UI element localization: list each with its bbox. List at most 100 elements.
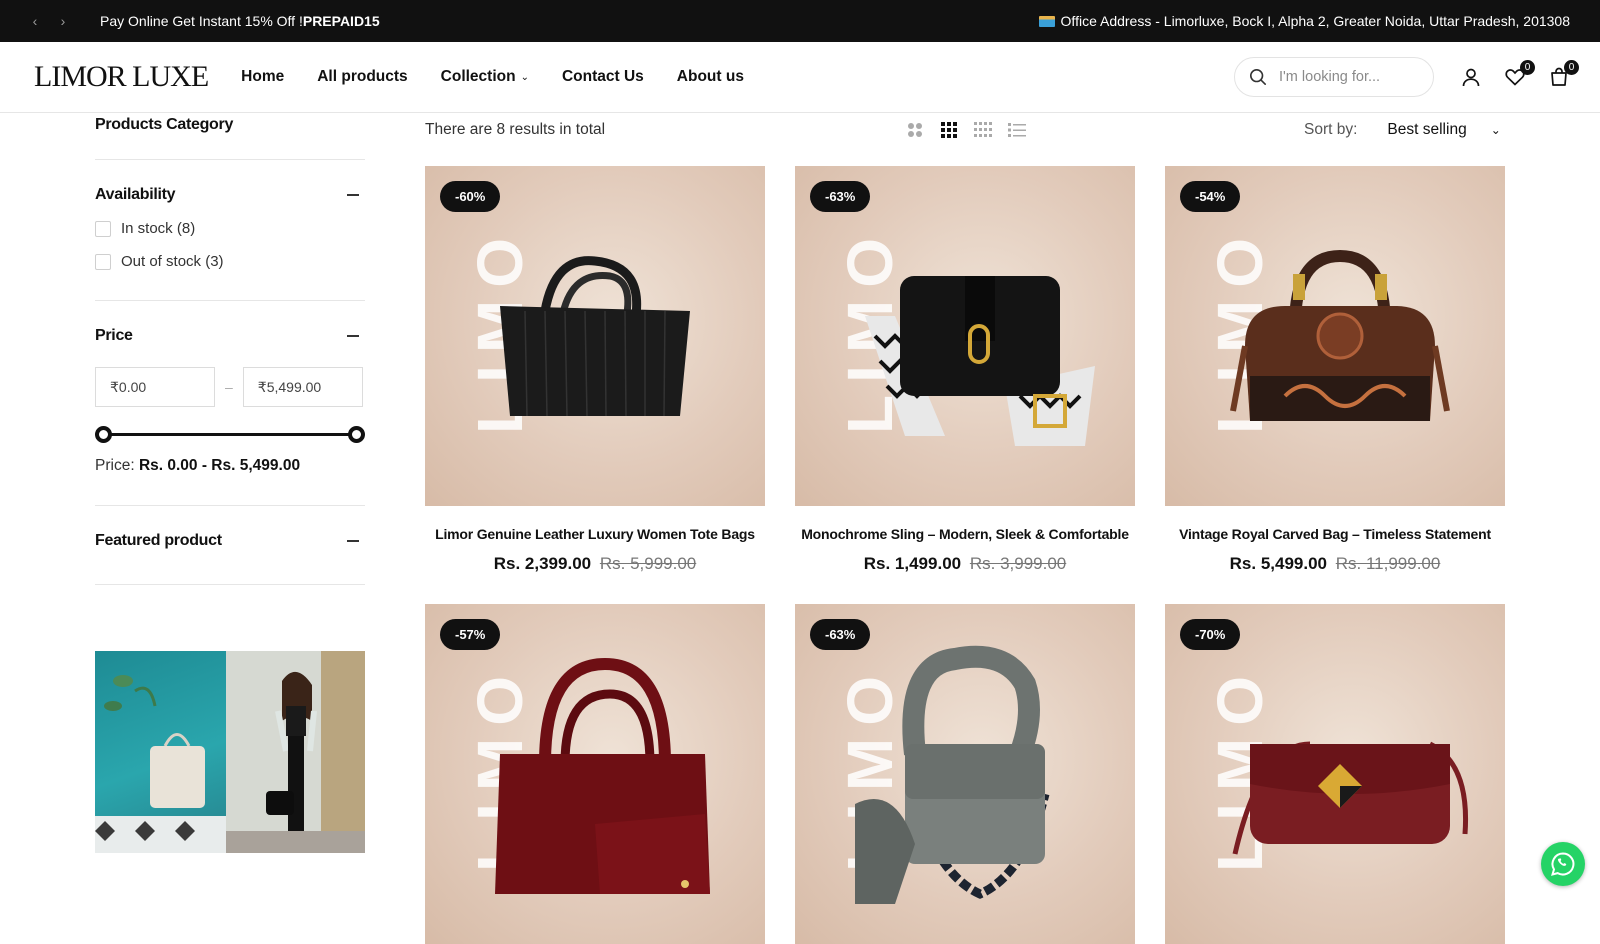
whatsapp-icon [1551,852,1575,876]
price-min-input[interactable]: ₹0.00 [95,367,215,407]
sidebar-promo-image[interactable] [95,651,365,853]
handbag-illustration [865,276,1095,446]
product-image[interactable]: LIMO -70% [1165,604,1505,944]
out-of-stock-option[interactable]: Out of stock (3) [95,253,365,270]
compare-price: Rs. 5,999.00 [599,554,697,573]
handbag-illustration [855,645,1050,904]
nav-contact-label: Contact Us [561,68,644,85]
price-range-slider[interactable] [95,425,365,443]
discount-badge: -57% [440,619,501,650]
in-stock-option[interactable]: In stock (8) [95,220,365,237]
price-label-range: Rs. 0.00 - Rs. 5,499.00 [138,457,301,474]
search-icon [1249,68,1267,86]
nav-collection-label: Collection [440,68,516,85]
out-of-stock-label: Out of stock (3) [121,253,224,270]
featured-header[interactable]: Featured product [95,532,365,550]
price-max-input[interactable]: ₹5,499.00 [242,367,363,407]
search-input[interactable] [1279,69,1419,85]
handbag-illustration [1232,741,1469,855]
discount-badge: -60% [440,181,501,212]
promo-handbag-photo [95,651,226,853]
product-image[interactable]: LIMO -63% [795,166,1135,506]
price-inputs: ₹0.00 – ₹5,499.00 [95,367,365,407]
product-image[interactable]: LIMO -54% [1165,166,1505,506]
discount-badge: -70% [1180,619,1241,650]
product-image[interactable]: LIMO -60% [425,166,765,506]
slider-track [103,433,357,436]
sale-price: Rs. 2,399.00 [493,554,592,573]
product-title[interactable]: Vintage Royal Carved Bag – Timeless Stat… [1165,526,1505,542]
nav-all-products[interactable]: All products [317,68,407,86]
category-title[interactable]: Products Category [95,116,365,134]
address-text: Office Address - Limorluxe, Bock I, Alph… [1060,13,1570,29]
compare-price: Rs. 11,999.00 [1335,554,1441,573]
product-card[interactable]: LIMO -70% [1165,604,1505,944]
price-label-prefix: Price: [95,457,135,474]
nav-about-us[interactable]: About us [677,68,744,86]
handbag-illustration [1230,249,1450,421]
slider-min-handle[interactable] [95,426,112,443]
promo-model-photo [226,651,365,853]
cart-icon[interactable]: 0 [1548,60,1579,88]
price-separator: – [225,379,233,395]
in-stock-checkbox[interactable] [95,220,111,237]
nav-collection[interactable]: Collection ⌄ [441,68,529,86]
collapse-minus-icon[interactable] [347,540,359,542]
product-card[interactable]: LIMO -54% Vintage Royal Carved Bag – Tim… [1165,166,1505,604]
sale-price: Rs. 1,499.00 [863,554,962,573]
compare-price: Rs. 3,999.00 [969,554,1067,573]
collapse-minus-icon[interactable] [347,194,359,196]
wishlist-icon[interactable]: 0 [1504,60,1535,88]
announcement-arrows: ‹ › [28,13,70,29]
brand-logo[interactable]: LIMOR LUXE [34,60,209,94]
product-price: Rs. 2,399.00 Rs. 5,999.00 [425,554,765,574]
out-of-stock-checkbox[interactable] [95,253,111,270]
handbag-illustration [500,256,690,417]
grid-2-icon[interactable] [906,121,924,139]
product-card[interactable]: LIMO -57% [425,604,765,944]
product-card[interactable]: LIMO -60% Limor Genuine Leather Luxury W… [425,166,765,604]
product-title[interactable]: Monochrome Sling – Modern, Sleek & Comfo… [795,526,1135,542]
cart-count-badge: 0 [1564,60,1579,75]
product-card[interactable]: LIMO -63% Monochrome Sling – Modern, Sle… [795,166,1135,604]
chevron-left-icon[interactable]: ‹ [28,13,42,29]
announcement-bar: ‹ › Pay Online Get Instant 15% Off !PREP… [0,0,1600,42]
availability-header[interactable]: Availability [95,186,365,204]
promo-message: Pay Online Get Instant 15% Off !PREPAID1… [100,13,380,29]
list-view-icon[interactable] [1008,121,1026,139]
sort-value: Best selling [1387,121,1467,138]
header-icons: 0 0 [1460,60,1579,88]
product-image[interactable]: LIMO -63% [795,604,1135,944]
account-icon[interactable] [1460,66,1482,88]
category-section: Products Category [95,113,365,159]
featured-title: Featured product [95,532,222,549]
nav-home[interactable]: Home [241,68,284,86]
grid-3-icon[interactable] [940,121,958,139]
grid-4-icon[interactable] [974,121,992,139]
sort-control: Sort by: Best selling ⌄ [1304,121,1501,139]
price-header[interactable]: Price [95,327,365,345]
product-price: Rs. 5,499.00 Rs. 11,999.00 [1165,554,1505,574]
search-box[interactable] [1234,57,1434,97]
nav-contact-us[interactable]: Contact Us [562,68,644,86]
product-image[interactable]: LIMO -57% [425,604,765,944]
flag-icon [1038,15,1055,27]
promo-text: Pay Online Get Instant 15% Off ! [100,13,303,29]
availability-filter: Availability In stock (8) Out of stock (… [95,159,365,300]
price-filter: Price ₹0.00 – ₹5,499.00 Price: Rs. 0.00 … [95,300,365,505]
discount-badge: -54% [1180,181,1241,212]
chevron-right-icon[interactable]: › [56,13,70,29]
sort-dropdown[interactable]: Best selling ⌄ [1387,121,1500,139]
sort-label: Sort by: [1304,121,1358,138]
office-address: Office Address - Limorluxe, Bock I, Alph… [1038,13,1570,29]
nav-home-label: Home [241,68,285,85]
nav-all-products-label: All products [317,68,408,85]
product-title[interactable]: Limor Genuine Leather Luxury Women Tote … [425,526,765,542]
whatsapp-chat-button[interactable] [1541,842,1585,886]
availability-title: Availability [95,186,176,203]
collapse-minus-icon[interactable] [347,335,359,337]
slider-max-handle[interactable] [348,426,365,443]
product-card[interactable]: LIMO -63% [795,604,1135,944]
price-range-label: Price: Rs. 0.00 - Rs. 5,499.00 [95,457,365,475]
product-grid: LIMO -60% Limor Genuine Leather Luxury W… [425,166,1505,944]
